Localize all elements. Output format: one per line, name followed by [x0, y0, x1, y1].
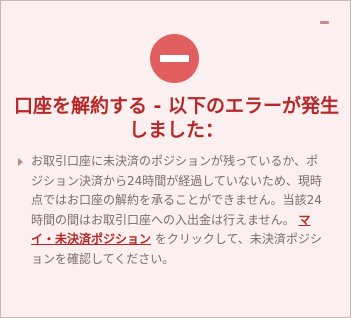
caret-right-icon — [18, 158, 23, 166]
error-icon-bar — [160, 55, 189, 62]
error-dialog: 口座を解約する - 以下のエラーが発生しました： お取引口座に未決済のポジション… — [0, 0, 351, 318]
dialog-title: 口座を解約する - 以下のエラーが発生しました： — [13, 95, 340, 141]
error-message: お取引口座に未決済のポジションが残っているか、ポジション決済から24時間が経過し… — [18, 152, 326, 269]
error-minus-circle-icon — [150, 34, 199, 83]
minimize-icon[interactable] — [320, 21, 329, 24]
message-text-part1: お取引口座に未決済のポジションが残っているか、ポジション決済から24時間が経過し… — [31, 154, 322, 227]
